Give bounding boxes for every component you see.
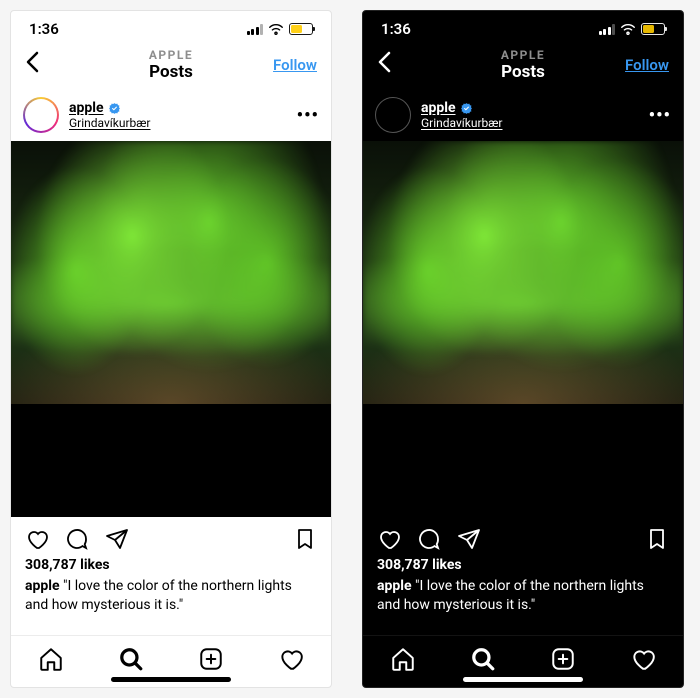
comment-icon[interactable] — [65, 527, 89, 551]
bookmark-icon[interactable] — [645, 527, 669, 551]
comment-icon[interactable] — [417, 527, 441, 551]
phone-dark: 1:36 APPLE Posts Follow apple — [362, 10, 684, 688]
post-more-button[interactable]: ••• — [649, 105, 671, 126]
verified-icon — [108, 102, 121, 115]
avatar[interactable] — [23, 97, 59, 133]
status-time: 1:36 — [381, 20, 411, 38]
tab-activity-icon[interactable] — [278, 646, 304, 672]
status-right — [599, 23, 666, 35]
likes-count[interactable]: 308,787 likes — [363, 557, 683, 577]
back-button[interactable] — [25, 51, 39, 79]
wifi-icon — [620, 23, 636, 35]
follow-button[interactable]: Follow — [273, 56, 317, 74]
nav-header: APPLE Posts Follow — [363, 47, 683, 89]
nav-header: APPLE Posts Follow — [11, 47, 331, 89]
likes-count[interactable]: 308,787 likes — [11, 557, 331, 577]
post-location[interactable]: Grindavíkurbær — [421, 116, 502, 130]
caption-text: "I love the color of the northern lights… — [377, 578, 644, 613]
wifi-icon — [268, 23, 284, 35]
status-right — [247, 23, 314, 35]
caption-text: "I love the color of the northern lights… — [25, 578, 292, 613]
post-actions — [11, 517, 331, 557]
post-header: apple Grindavíkurbær ••• — [11, 89, 331, 141]
tab-home-icon[interactable] — [38, 646, 64, 672]
battery-icon — [289, 23, 313, 35]
post-image[interactable] — [363, 141, 683, 517]
avatar[interactable] — [375, 97, 411, 133]
caption-username[interactable]: apple — [25, 578, 60, 594]
back-button[interactable] — [377, 51, 391, 79]
verified-icon — [460, 102, 473, 115]
tab-activity-icon[interactable] — [630, 646, 656, 672]
avatar-glyph — [378, 100, 409, 131]
post-location[interactable]: Grindavíkurbær — [69, 116, 150, 130]
tab-home-icon[interactable] — [390, 646, 416, 672]
post-caption: apple "I love the color of the northern … — [11, 577, 331, 615]
home-indicator — [463, 677, 583, 682]
tab-add-icon[interactable] — [550, 646, 576, 672]
cellular-icon — [599, 24, 616, 35]
battery-icon — [641, 23, 665, 35]
caption-username[interactable]: apple — [377, 578, 412, 594]
avatar-glyph — [25, 99, 57, 131]
tab-search-icon[interactable] — [470, 646, 496, 672]
tab-add-icon[interactable] — [198, 646, 224, 672]
share-icon[interactable] — [457, 527, 481, 551]
phone-light: 1:36 APPLE Posts Follow apple — [10, 10, 332, 688]
home-indicator — [111, 677, 231, 682]
post-caption: apple "I love the color of the northern … — [363, 577, 683, 615]
like-icon[interactable] — [25, 527, 49, 551]
post-more-button[interactable]: ••• — [297, 105, 319, 126]
follow-button[interactable]: Follow — [625, 56, 669, 74]
bookmark-icon[interactable] — [293, 527, 317, 551]
cellular-icon — [247, 24, 264, 35]
status-bar: 1:36 — [11, 11, 331, 47]
post-header: apple Grindavíkurbær ••• — [363, 89, 683, 141]
post-username[interactable]: apple — [69, 100, 104, 116]
tab-search-icon[interactable] — [118, 646, 144, 672]
post-image[interactable] — [11, 141, 331, 517]
status-bar: 1:36 — [363, 11, 683, 47]
like-icon[interactable] — [377, 527, 401, 551]
post-username[interactable]: apple — [421, 100, 456, 116]
status-time: 1:36 — [29, 20, 59, 38]
post-actions — [363, 517, 683, 557]
share-icon[interactable] — [105, 527, 129, 551]
